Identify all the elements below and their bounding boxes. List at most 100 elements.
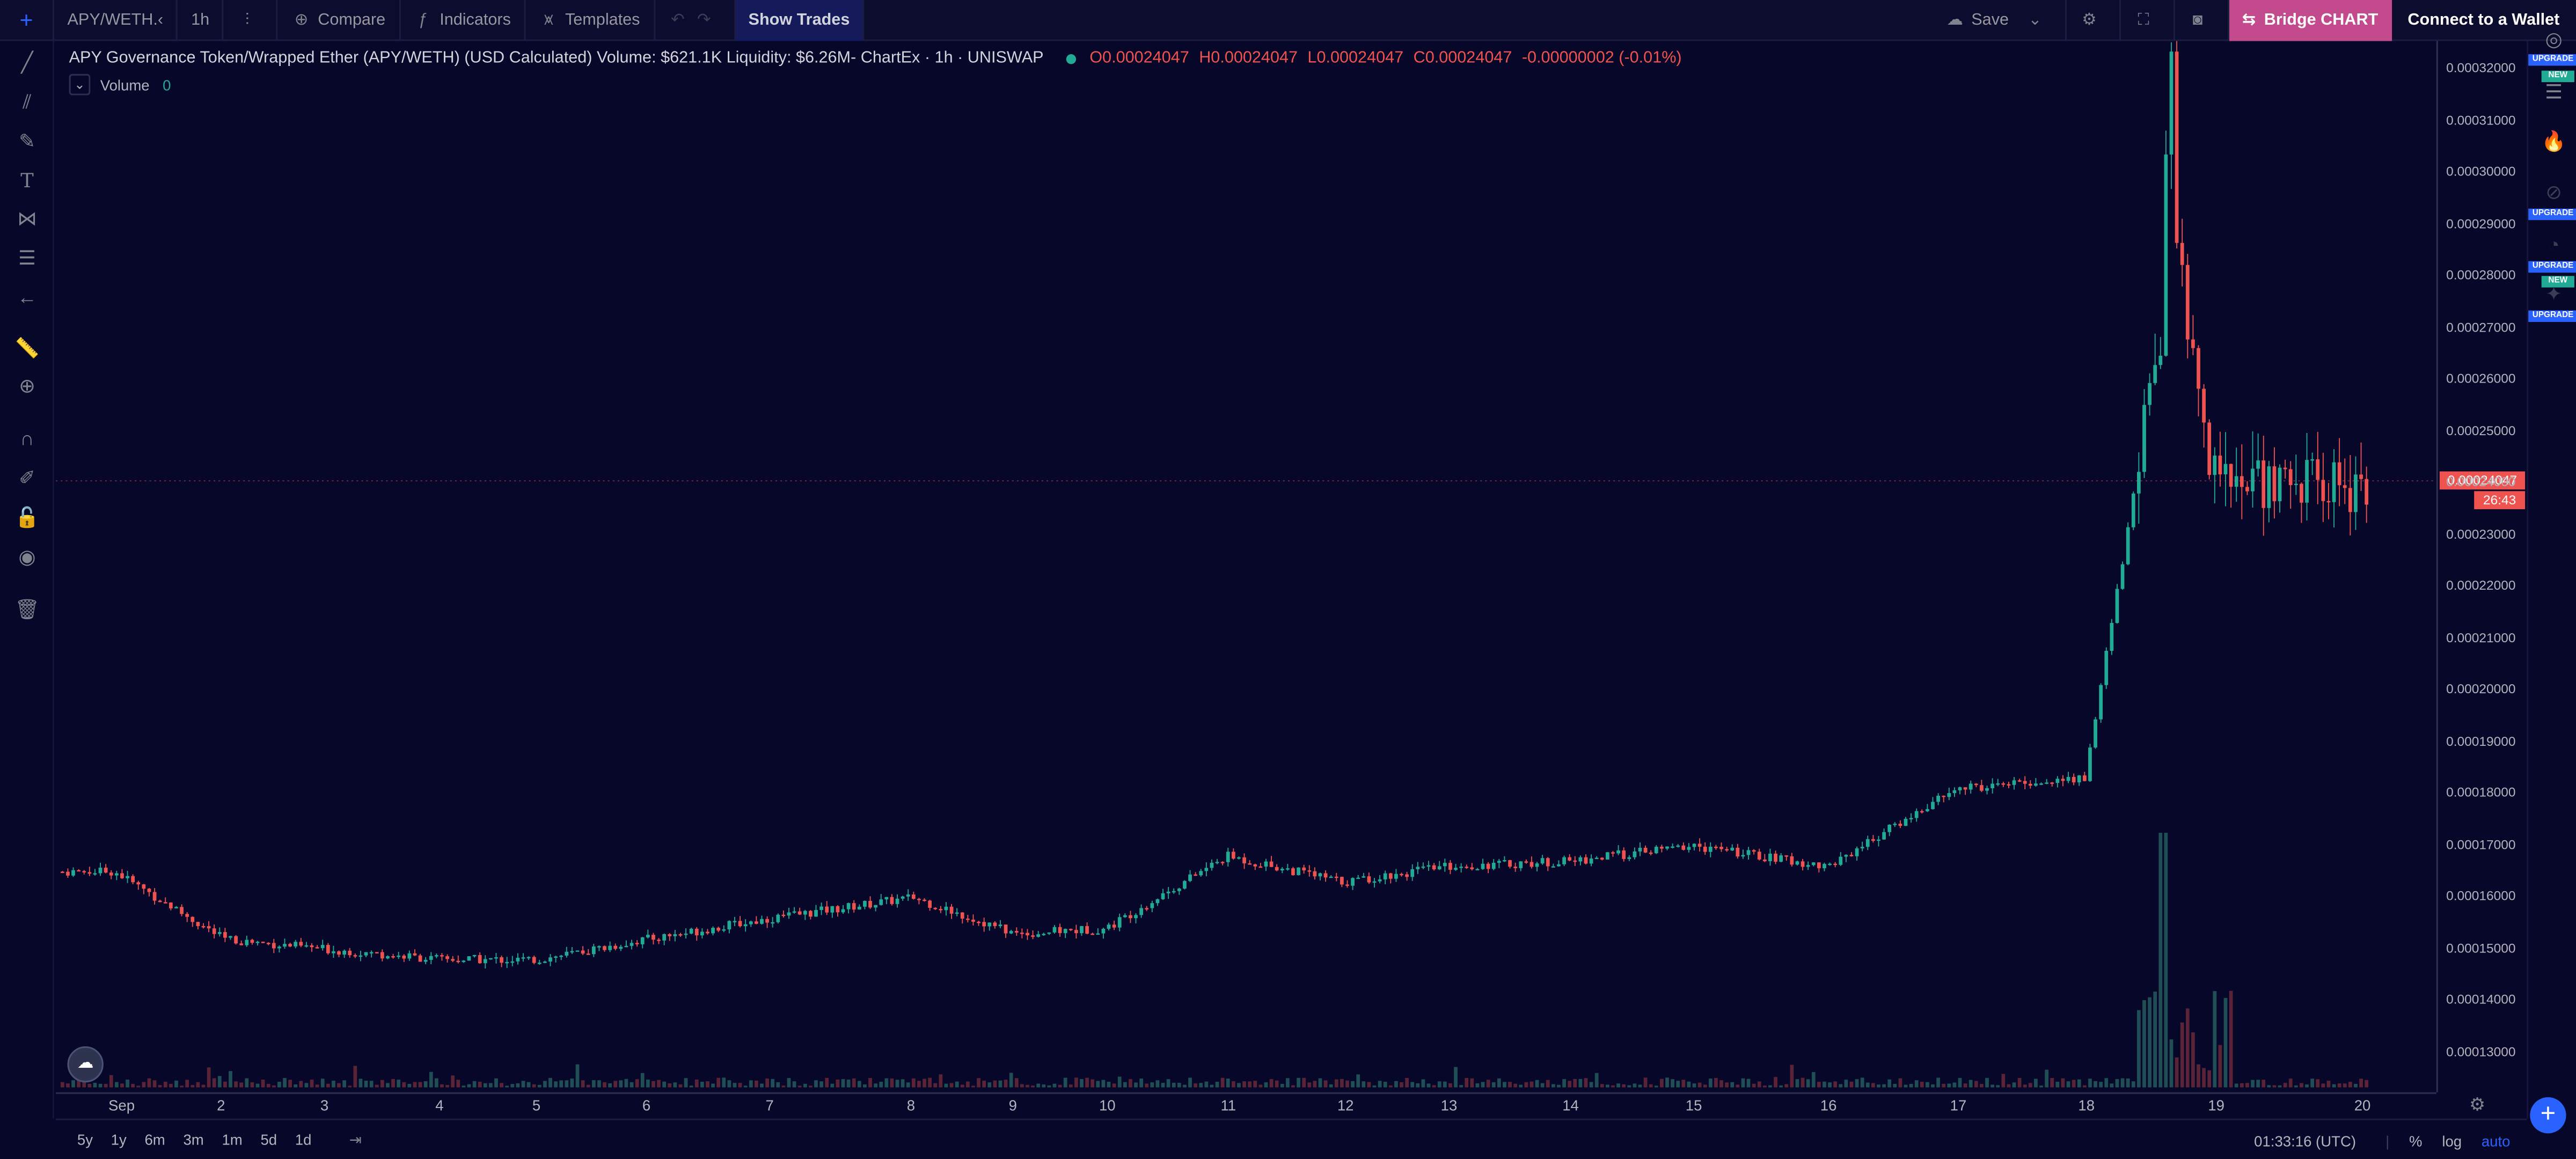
volume-bar <box>2045 1069 2049 1088</box>
candle-body <box>716 928 721 931</box>
volume-bar <box>1166 1079 1170 1088</box>
candle-body <box>2321 480 2325 501</box>
compare-button[interactable]: ⊕ Compare <box>279 0 400 40</box>
time-axis[interactable]: Sep 2 3 4 5 6 7 8 9 10 11 12 13 14 15 16 17 18 19 20 <box>56 1092 2436 1119</box>
show-trades-button[interactable]: Show Trades <box>735 0 865 40</box>
pattern-icon[interactable]: ⋈ <box>13 206 41 233</box>
trend-line-icon[interactable]: ╱ <box>13 49 41 77</box>
chart-type-button[interactable]: ⫶ <box>224 0 279 40</box>
auto-scale-toggle[interactable]: auto <box>2482 1133 2511 1149</box>
trash-icon[interactable]: 🗑 <box>13 596 41 624</box>
list-icon[interactable]: ☰ <box>2540 79 2568 107</box>
upgrade-badge[interactable]: UPGRADE <box>2528 54 2576 66</box>
candle-body <box>1421 866 1425 868</box>
range-button-3m[interactable]: 3m <box>183 1132 203 1148</box>
percent-scale-toggle[interactable]: % <box>2409 1133 2423 1149</box>
candle-body <box>684 933 688 935</box>
volume-bar <box>1865 1082 1870 1088</box>
price-tick-label: 0.00022000 <box>2446 578 2516 593</box>
chevron-down-icon[interactable]: ⌄ <box>2025 11 2045 30</box>
interval-button[interactable]: 1h <box>178 0 224 40</box>
watchlist-eye-icon[interactable]: ◎ <box>2540 26 2568 54</box>
volume-bar <box>2256 1080 2260 1088</box>
alerts-icon[interactable]: ⊘ <box>2540 179 2568 207</box>
undo-icon[interactable]: ↶ <box>668 11 688 29</box>
add-button[interactable]: + <box>2530 1097 2566 1134</box>
volume-bar <box>1047 1085 1051 1088</box>
clock-readout[interactable]: 01:33:16 (UTC) <box>2254 1133 2356 1149</box>
chat-icon[interactable]: ◔ <box>2540 232 2568 260</box>
settings-button[interactable]: ⚙ <box>2066 0 2121 41</box>
magnet-icon[interactable]: ∩ <box>13 426 41 453</box>
chartex-logo-icon[interactable]: ☁ <box>67 1046 104 1083</box>
log-scale-toggle[interactable]: log <box>2442 1133 2462 1149</box>
hotlist-fire-icon[interactable]: 🔥 <box>2540 128 2568 156</box>
candle-body <box>1400 874 1403 876</box>
volume-bar <box>120 1083 124 1088</box>
range-button-5d[interactable]: 5d <box>260 1132 277 1148</box>
upgrade-badge[interactable]: UPGRADE <box>2528 310 2576 322</box>
candle-body <box>1828 863 1832 865</box>
candle-body <box>2012 780 2016 785</box>
fullscreen-button[interactable]: ⛶ <box>2120 0 2175 41</box>
candle-body <box>2034 783 2038 786</box>
collapse-chevron-icon[interactable]: ⌄ <box>69 74 91 96</box>
candle-body <box>397 955 401 957</box>
upgrade-badge[interactable]: UPGRADE <box>2528 261 2576 273</box>
candle-body <box>1768 853 1772 861</box>
volume-bar <box>456 1080 460 1088</box>
range-button-6m[interactable]: 6m <box>144 1132 165 1148</box>
candle-body <box>543 961 547 963</box>
pitchfork-icon[interactable]: ⫽ <box>13 89 41 116</box>
volume-bar <box>163 1081 167 1088</box>
candle-body <box>1410 869 1415 877</box>
range-button-5y[interactable]: 5y <box>77 1132 93 1148</box>
candle-body <box>619 947 623 949</box>
zoom-in-icon[interactable]: ⊕ <box>13 373 41 401</box>
symbol-search-button[interactable]: APY/WETH.‹ <box>54 0 178 40</box>
crosshair-icon[interactable]: + <box>0 0 55 40</box>
volume-bar <box>2207 1070 2212 1088</box>
price-axis[interactable]: 0.00024047 26:43 0.00032000 0.00031000 0.0… <box>2436 41 2527 1092</box>
candle-body <box>2283 467 2287 470</box>
range-button-1m[interactable]: 1m <box>222 1132 242 1148</box>
text-icon[interactable]: T <box>13 167 41 195</box>
snapshot-button[interactable]: ◙ <box>2175 0 2229 41</box>
volume-bar <box>2332 1084 2336 1088</box>
lock-icon[interactable]: 🔓 <box>13 504 41 532</box>
save-button[interactable]: ☁ Save ⌄ <box>1932 0 2067 41</box>
candle-body <box>326 945 330 953</box>
range-button-1y[interactable]: 1y <box>111 1132 127 1148</box>
axis-settings-gear-icon[interactable]: ⚙ <box>2469 1094 2485 1116</box>
volume-bar <box>1470 1078 1474 1088</box>
prediction-icon[interactable]: ☰ <box>13 245 41 273</box>
price-chart[interactable] <box>56 41 2436 1092</box>
time-tick-label: 16 <box>1820 1097 1837 1114</box>
date-range-icon[interactable]: ⇥ <box>349 1131 362 1149</box>
volume-bar <box>93 1083 97 1088</box>
volume-bar <box>1762 1085 1767 1088</box>
indicators-button[interactable]: ƒ Indicators <box>400 0 526 40</box>
templates-button[interactable]: ⩙ Templates <box>525 0 655 40</box>
stay-drawing-icon[interactable]: ✐ <box>13 465 41 493</box>
range-button-1d[interactable]: 1d <box>295 1132 312 1148</box>
candle-body <box>1594 857 1599 859</box>
volume-bar <box>2310 1079 2315 1088</box>
ruler-icon[interactable]: 📏 <box>13 335 41 363</box>
eye-icon[interactable]: ◉ <box>13 544 41 571</box>
upgrade-badge[interactable]: UPGRADE <box>2528 208 2576 221</box>
volume-bar <box>526 1082 531 1088</box>
candle-body <box>1448 863 1452 870</box>
brush-icon[interactable]: ✎ <box>13 128 41 156</box>
volume-bar <box>1150 1082 1154 1088</box>
back-arrow-icon[interactable]: ← <box>13 284 41 312</box>
candle-body <box>1649 852 1653 854</box>
volume-bar <box>1323 1080 1328 1088</box>
ideas-icon[interactable]: ✦ <box>2540 281 2568 309</box>
bridge-chart-button[interactable]: ⇆ Bridge CHART <box>2229 0 2391 41</box>
volume-bar <box>250 1082 254 1088</box>
redo-icon[interactable]: ↷ <box>694 11 714 29</box>
time-tick-label: 12 <box>1337 1097 1354 1114</box>
candle-body <box>223 932 227 938</box>
volume-bar <box>1242 1081 1246 1088</box>
